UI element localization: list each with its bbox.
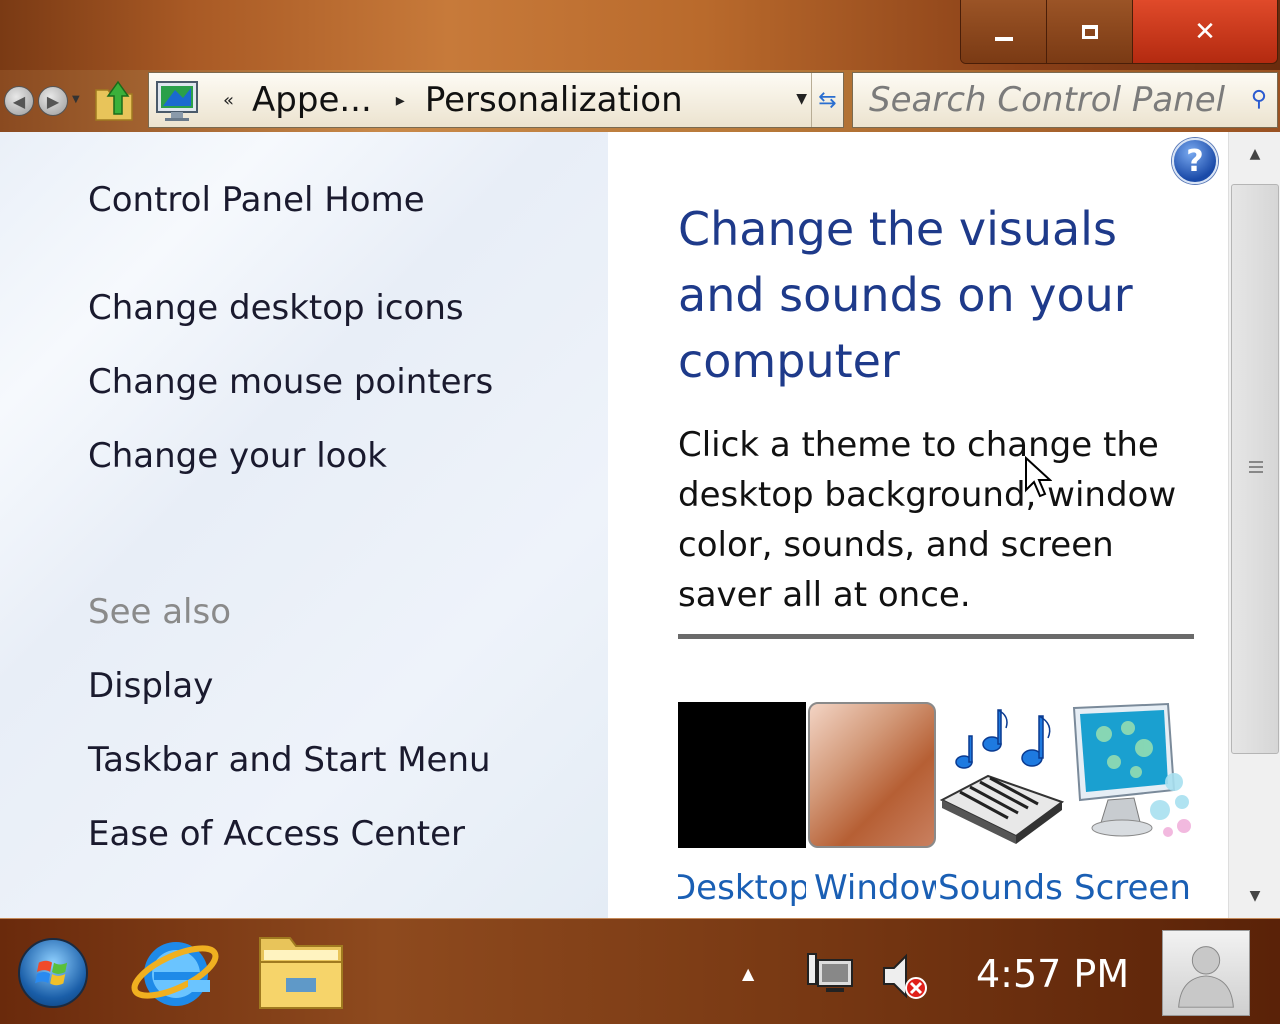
- restore-icon: [1081, 24, 1098, 39]
- window-controls: ✕: [960, 0, 1278, 64]
- address-bar[interactable]: « Appe... ▸ Personalization ▼ ⇆: [148, 72, 844, 128]
- breadcrumb-separator[interactable]: ▸: [396, 90, 405, 111]
- search-input[interactable]: Search Control Panel: [869, 80, 1225, 120]
- help-icon: ?: [1186, 143, 1204, 179]
- recent-pages-dropdown[interactable]: ▼: [72, 94, 80, 105]
- screen-saver-icon[interactable]: [1064, 702, 1192, 848]
- forward-arrow-icon: ▶: [46, 91, 60, 111]
- start-button[interactable]: [18, 938, 88, 1008]
- breadcrumb-appearance[interactable]: Appe...: [252, 80, 372, 120]
- page-description: Click a theme to change the desktop back…: [678, 425, 1177, 615]
- close-button[interactable]: ✕: [1133, 0, 1277, 63]
- sounds-label[interactable]: Sounds: [938, 868, 1066, 908]
- desktop-background-label[interactable]: Desktop: [678, 868, 806, 908]
- change-desktop-icons-link[interactable]: Change desktop icons: [88, 288, 464, 328]
- back-button[interactable]: ◀: [4, 86, 34, 116]
- scrollbar-thumb[interactable]: [1231, 184, 1279, 754]
- network-icon[interactable]: [806, 950, 858, 998]
- left-navigation-pane: [0, 132, 608, 918]
- vertical-scrollbar[interactable]: ▲ ▼: [1228, 132, 1280, 918]
- see-also-heading: See also: [88, 592, 232, 632]
- breadcrumb-personalization[interactable]: Personalization: [425, 80, 683, 120]
- scroll-up-arrow-icon[interactable]: ▲: [1229, 146, 1280, 162]
- window-color-label[interactable]: Window: [808, 868, 936, 908]
- minimize-icon: [994, 36, 1013, 41]
- ease-of-access-center-link[interactable]: Ease of Access Center: [88, 814, 465, 854]
- user-avatar-icon: [1178, 946, 1234, 1008]
- control-panel-home-link[interactable]: Control Panel Home: [88, 180, 425, 220]
- address-dropdown-icon[interactable]: ▼: [796, 91, 807, 107]
- scrollbar-grip-icon: [1249, 461, 1263, 473]
- screen-saver-label[interactable]: Screen: [1074, 868, 1190, 908]
- address-overflow-chevron[interactable]: «: [223, 90, 234, 111]
- mouse-pointer-icon: [1025, 456, 1052, 498]
- change-mouse-pointers-link[interactable]: Change mouse pointers: [88, 362, 493, 402]
- display-link[interactable]: Display: [88, 666, 213, 706]
- back-arrow-icon: ◀: [12, 91, 26, 111]
- scroll-down-arrow-icon[interactable]: ▼: [1229, 888, 1280, 904]
- show-hidden-icons-button[interactable]: ▲: [742, 964, 754, 983]
- refresh-button[interactable]: ⇆: [811, 73, 843, 127]
- file-explorer-icon[interactable]: [256, 928, 346, 1014]
- forward-button[interactable]: ▶: [38, 86, 68, 116]
- search-icon[interactable]: ⚲: [1251, 87, 1267, 112]
- taskbar-start-menu-link[interactable]: Taskbar and Start Menu: [88, 740, 491, 780]
- window-color-thumbnail[interactable]: [808, 702, 936, 848]
- change-your-look-link[interactable]: Change your look: [88, 436, 387, 476]
- system-clock[interactable]: 4:57 PM: [976, 952, 1129, 996]
- page-title: Change the visuals and sounds on your co…: [678, 202, 1133, 388]
- volume-muted-icon[interactable]: [880, 952, 930, 1000]
- search-box[interactable]: Search Control Panel ⚲: [852, 72, 1278, 128]
- section-divider: [678, 634, 1194, 639]
- user-account-tile[interactable]: [1162, 930, 1250, 1016]
- maximize-button[interactable]: [1047, 0, 1133, 63]
- sounds-icon[interactable]: [936, 702, 1064, 848]
- up-folder-icon[interactable]: [94, 78, 134, 122]
- minimize-button[interactable]: [961, 0, 1047, 63]
- help-button[interactable]: ?: [1172, 138, 1218, 184]
- desktop-background-thumbnail[interactable]: [678, 702, 806, 848]
- windows-logo-icon: [35, 960, 68, 986]
- control-panel-icon: [156, 81, 198, 121]
- internet-explorer-icon[interactable]: [128, 928, 222, 1014]
